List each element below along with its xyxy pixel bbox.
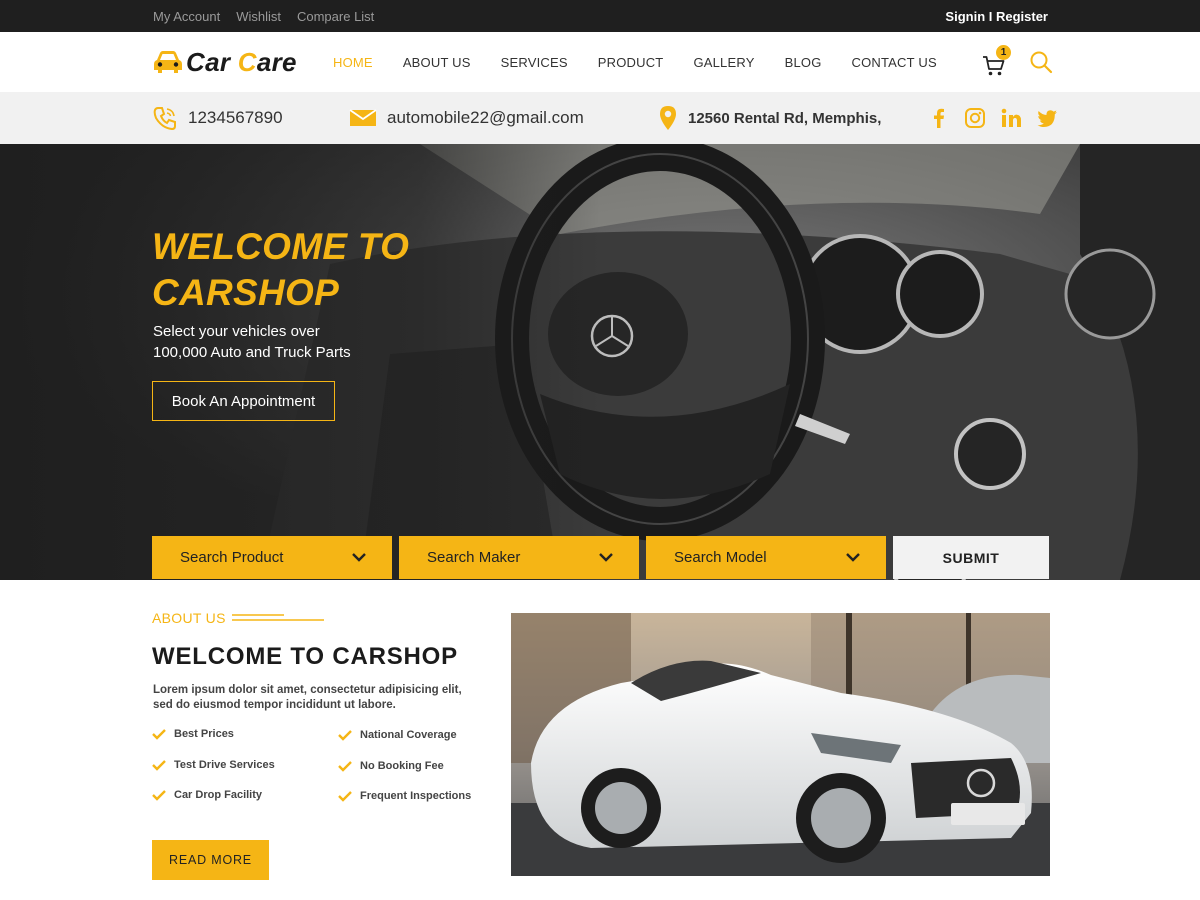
read-more-button[interactable]: READ MORE [152,840,269,880]
account-links: My Account Wishlist Compare List [153,0,374,32]
chevron-down-icon [846,553,860,562]
about-us-label-text: ABOUT US [152,610,226,626]
cart-count-badge: 1 [996,45,1011,60]
signin-register-link[interactable]: Signin I Register [945,9,1048,24]
about-title: WELCOME TO CARSHOP [152,643,458,670]
white-convertible-photo [511,613,1050,876]
about-us-label: ABOUT US [152,610,324,626]
search-model-label: Search Model [674,549,767,566]
email-address: automobile22@gmail.com [387,108,584,127]
brand-logo[interactable]: Car Care [152,44,297,80]
phone-icon [153,107,176,131]
nav-item-product[interactable]: PRODUCT [598,55,664,70]
nav-item-about-us[interactable]: ABOUT US [403,55,471,70]
phone-info: 1234567890 [152,92,283,144]
feature-item: Frequent Inspections [338,790,471,802]
nav-item-blog[interactable]: BLOG [785,55,822,70]
location-pin-icon [660,106,676,130]
hero-subtitle-line2: 100,000 Auto and Truck Parts [153,344,351,361]
instagram-icon[interactable] [964,107,986,129]
top-utility-bar: My Account Wishlist Compare List Signin … [0,0,1200,32]
hero-subtitle-line1: Select your vehicles over [153,323,320,340]
search-maker-label: Search Maker [427,549,521,566]
chevron-down-icon [599,553,613,562]
nav-item-home[interactable]: HOME [333,55,373,70]
search-button[interactable] [1029,50,1053,74]
my-account-link[interactable]: My Account [153,9,220,24]
nav-menu: HOME ABOUT US SERVICES PRODUCT GALLERY B… [333,32,967,92]
about-description: Lorem ipsum dolor sit amet, consectetur … [153,683,473,713]
checkmark-icon [338,761,352,772]
decorative-lines [231,614,324,621]
checkmark-icon [152,790,166,801]
checkmark-icon [338,791,352,802]
feature-item: Test Drive Services [152,759,275,771]
feature-item: National Coverage [338,729,457,741]
hero-banner: WELCOME TO CARSHOP Select your vehicles … [0,144,1200,580]
feature-item: No Booking Fee [338,760,444,772]
brand-name: Car Care [186,47,297,78]
address-info: 12560 Rental Rd, Memphis, [658,92,881,144]
hero-title-line2: CARSHOP [152,272,340,313]
search-product-select[interactable]: Search Product [152,536,392,579]
brand-word-1: Car [186,46,238,77]
chevron-down-icon [352,553,366,562]
email-info: automobile22@gmail.com [349,92,584,144]
brand-word-2: are [256,46,297,77]
about-description-line1: Lorem ipsum dolor sit amet, consectetur … [153,684,462,696]
mail-icon [349,109,377,126]
contact-strip: 1234567890 automobile22@gmail.com 12560 … [0,92,1200,144]
nav-item-gallery[interactable]: GALLERY [693,55,754,70]
about-description-line2: sed do eiusmod tempor incididunt ut labo… [153,699,396,711]
phone-number: 1234567890 [188,108,283,127]
facebook-icon[interactable] [928,107,950,129]
cart-button[interactable]: 1 [982,45,1011,78]
feature-item: Best Prices [152,728,234,740]
compare-list-link[interactable]: Compare List [297,9,374,24]
checkmark-icon [338,730,352,741]
social-links [928,106,1058,130]
search-product-label: Search Product [180,549,284,566]
feature-label: Test Drive Services [174,759,275,771]
search-model-select[interactable]: Search Model [646,536,886,579]
hero-title-line1: WELCOME TO [152,226,410,267]
linkedin-icon[interactable] [1000,107,1022,129]
checkmark-icon [152,729,166,740]
feature-label: Frequent Inspections [360,790,472,802]
book-appointment-button[interactable]: Book An Appointment [152,381,335,421]
feature-label: Best Prices [174,728,234,740]
search-icon [1030,51,1053,74]
brand-accent-letter: C [237,46,257,77]
street-address: 12560 Rental Rd, Memphis, [688,109,882,127]
nav-item-contact-us[interactable]: CONTACT US [852,55,937,70]
wishlist-link[interactable]: Wishlist [236,9,281,24]
hero-title: WELCOME TO CARSHOP [152,224,482,316]
main-navigation: Car Care HOME ABOUT US SERVICES PRODUCT … [0,32,1200,92]
feature-label: National Coverage [360,729,457,741]
twitter-icon[interactable] [1036,107,1058,129]
car-logo-icon [154,51,182,73]
feature-label: Car Drop Facility [174,789,263,801]
checkmark-icon [152,760,166,771]
submit-button[interactable]: SUBMIT [893,536,1049,579]
search-maker-select[interactable]: Search Maker [399,536,639,579]
feature-label: No Booking Fee [360,760,444,772]
hero-subtitle: Select your vehicles over 100,000 Auto a… [153,321,413,363]
auth-links: Signin I Register [945,0,1048,32]
nav-item-services[interactable]: SERVICES [501,55,568,70]
feature-item: Car Drop Facility [152,789,262,801]
